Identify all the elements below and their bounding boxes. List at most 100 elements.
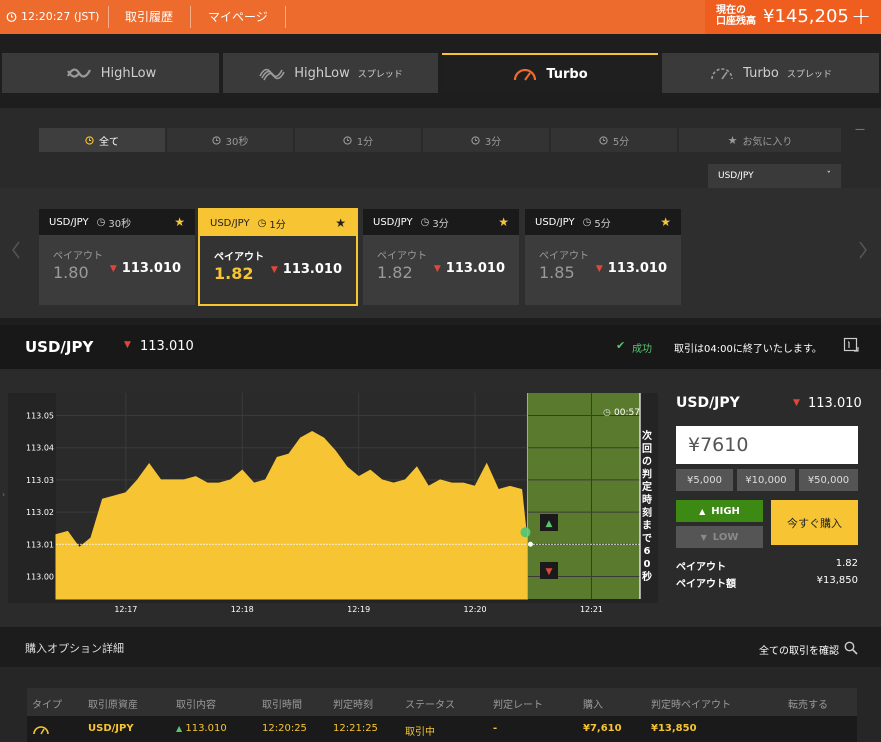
buy-now-button[interactable]: 今すぐ購入 — [771, 500, 858, 545]
highlow-spread-icon — [259, 68, 285, 81]
tab-turbo-spread[interactable]: Turbo スプレッド — [662, 53, 879, 93]
filter-1m[interactable]: 1分 — [295, 128, 421, 152]
expiry-text-char: 次 — [642, 429, 652, 442]
favorite-star-icon[interactable]: ★ — [335, 216, 346, 230]
col-time: 取引時間 — [262, 700, 302, 711]
pair-bar: USD/JPY ▼ 113.010 ✔ 成功 取引は04:00に終了いたします。 — [0, 325, 881, 369]
clock-icon: ◷ — [420, 216, 430, 228]
tab-turbo-spread-sub: スプレッド — [786, 69, 832, 80]
card-payout-label: ペイアウト — [214, 252, 264, 263]
pair-select[interactable]: USD/JPY ˇ — [708, 164, 841, 188]
x-tick-label: 12:17 — [114, 605, 137, 614]
quick-amount-10000[interactable]: ¥10,000 — [737, 469, 795, 491]
favorite-star-icon[interactable]: ★ — [498, 215, 509, 229]
price-chart[interactable]: 113.05113.04113.03113.02113.01113.00▲▼◷ 0… — [8, 393, 658, 621]
down-arrow-icon: ▼ — [109, 263, 117, 274]
card-duration: 3分 — [432, 218, 449, 230]
detail-title: 購入オプション詳細 — [25, 642, 124, 655]
card-duration: 1分 — [269, 219, 286, 231]
clock-icon — [85, 135, 94, 145]
card-duration: 5分 — [594, 218, 611, 230]
high-button[interactable]: ▲ HIGH — [676, 500, 763, 522]
x-tick-label: 12:18 — [231, 605, 254, 614]
trade-history-link[interactable]: 取引履歴 — [125, 0, 173, 34]
high-label: HIGH — [711, 505, 740, 517]
side-pair: USD/JPY — [676, 395, 740, 411]
filter-5m[interactable]: 5分 — [551, 128, 677, 152]
turbo-gauge-icon — [32, 721, 50, 740]
window-expand-icon[interactable] — [843, 337, 859, 357]
col-type: タイプ — [32, 700, 62, 711]
star-icon: ★ — [727, 133, 738, 147]
turbo-gauge-icon — [514, 68, 537, 81]
tab-highlow-spread[interactable]: HighLow スプレッド — [223, 53, 438, 93]
mypage-link[interactable]: マイページ — [208, 0, 268, 34]
app-root: { "topbar": { "time": "12:20:27 (JST)", … — [0, 0, 881, 742]
card-header: USD/JPY ◷ 5分 ★ — [525, 209, 681, 235]
up-arrow-icon: ▲ — [699, 506, 706, 516]
clock-icon — [6, 0, 17, 34]
col-rate: 判定レート — [493, 700, 543, 711]
y-tick-label: 113.00 — [26, 572, 54, 581]
filter-favorites-label: お気に入り — [742, 136, 793, 148]
low-button[interactable]: ▼ LOW — [676, 526, 763, 548]
card-rate-value: 113.010 — [607, 261, 667, 276]
y-tick-label: 113.03 — [26, 476, 54, 485]
investment-amount-input[interactable]: ¥7610 — [676, 426, 858, 464]
favorite-star-icon[interactable]: ★ — [660, 215, 671, 229]
card-rate-value: 113.010 — [282, 262, 342, 277]
balance-label-1: 現在の — [716, 5, 746, 16]
tab-turbo[interactable]: Turbo — [442, 53, 658, 93]
payout-value: 1.82 — [835, 558, 858, 569]
filter-favorites[interactable]: ★ お気に入り — [679, 128, 841, 152]
row-status: 取引中 — [405, 727, 435, 738]
trade-marker — [520, 527, 531, 538]
filter-all[interactable]: 全て — [39, 128, 165, 152]
carousel-right-arrow[interactable] — [858, 240, 868, 264]
card-pair: USD/JPY — [49, 216, 89, 228]
tab-turbo-spread-label: Turbo — [743, 65, 779, 81]
tab-highlow-spread-sub: スプレッド — [357, 69, 403, 80]
account-balance: ¥145,205 — [763, 6, 849, 27]
card-payout-label: ペイアウト — [53, 251, 103, 262]
card-payout: 1.80 — [53, 263, 89, 282]
expiry-text-char: 判 — [642, 467, 652, 480]
quick-amount-50000[interactable]: ¥50,000 — [799, 469, 858, 491]
carousel-left-arrow[interactable] — [11, 240, 21, 264]
y-tick-label: 113.01 — [26, 540, 54, 549]
chevron-down-icon: ˇ — [826, 171, 832, 181]
deposit-plus-button[interactable]: + — [851, 3, 871, 29]
down-arrow-icon: ▼ — [433, 263, 441, 274]
row-content-value: 113.010 — [185, 723, 227, 734]
low-label: LOW — [712, 531, 739, 543]
row-content: ▲ 113.010 — [176, 723, 227, 734]
filter-3m[interactable]: 3分 — [423, 128, 549, 152]
clock-icon — [471, 135, 480, 145]
detail-bar: 購入オプション詳細 全ての取引を確認 — [0, 627, 881, 667]
card-payout: 1.82 — [214, 264, 254, 283]
minimize-button[interactable]: — — [855, 124, 865, 135]
option-card-30s[interactable]: USD/JPY ◷ 30秒 ★ ペイアウト 1.80 ▼ 113.010 — [39, 209, 195, 305]
card-rate: ▼ 113.010 — [271, 262, 342, 277]
option-card-5m[interactable]: USD/JPY ◷ 5分 ★ ペイアウト 1.85 ▼ 113.010 — [525, 209, 681, 305]
tab-highlow-spread-label: HighLow — [294, 65, 350, 81]
quick-amount-5000[interactable]: ¥5,000 — [676, 469, 733, 491]
clock-icon — [599, 135, 608, 145]
up-arrow-icon: ▲ — [176, 724, 183, 733]
tab-highlow[interactable]: HighLow — [2, 53, 219, 93]
turbo-spread-icon — [711, 68, 733, 80]
x-tick-label: 12:21 — [580, 605, 603, 614]
expiry-text-char: 回 — [642, 443, 652, 455]
all-trades-link[interactable]: 全ての取引を確認 — [759, 642, 839, 657]
row-expiry: 12:21:25 — [333, 723, 378, 734]
closing-message: 取引は04:00に終了いたします。 — [674, 344, 822, 355]
favorite-star-icon[interactable]: ★ — [174, 215, 185, 229]
filter-30s[interactable]: 30秒 — [167, 128, 293, 152]
option-card-3m[interactable]: USD/JPY ◷ 3分 ★ ペイアウト 1.82 ▼ 113.010 — [363, 209, 519, 305]
table-row[interactable] — [27, 716, 857, 742]
search-icon[interactable] — [844, 640, 858, 659]
x-tick-label: 12:20 — [464, 605, 487, 614]
option-card-1m[interactable]: USD/JPY ◷ 1分 ★ ペイアウト 1.82 ▼ 113.010 — [198, 208, 358, 306]
side-collapse-arrow[interactable]: › — [2, 490, 5, 499]
col-resell: 転売する — [788, 700, 828, 711]
